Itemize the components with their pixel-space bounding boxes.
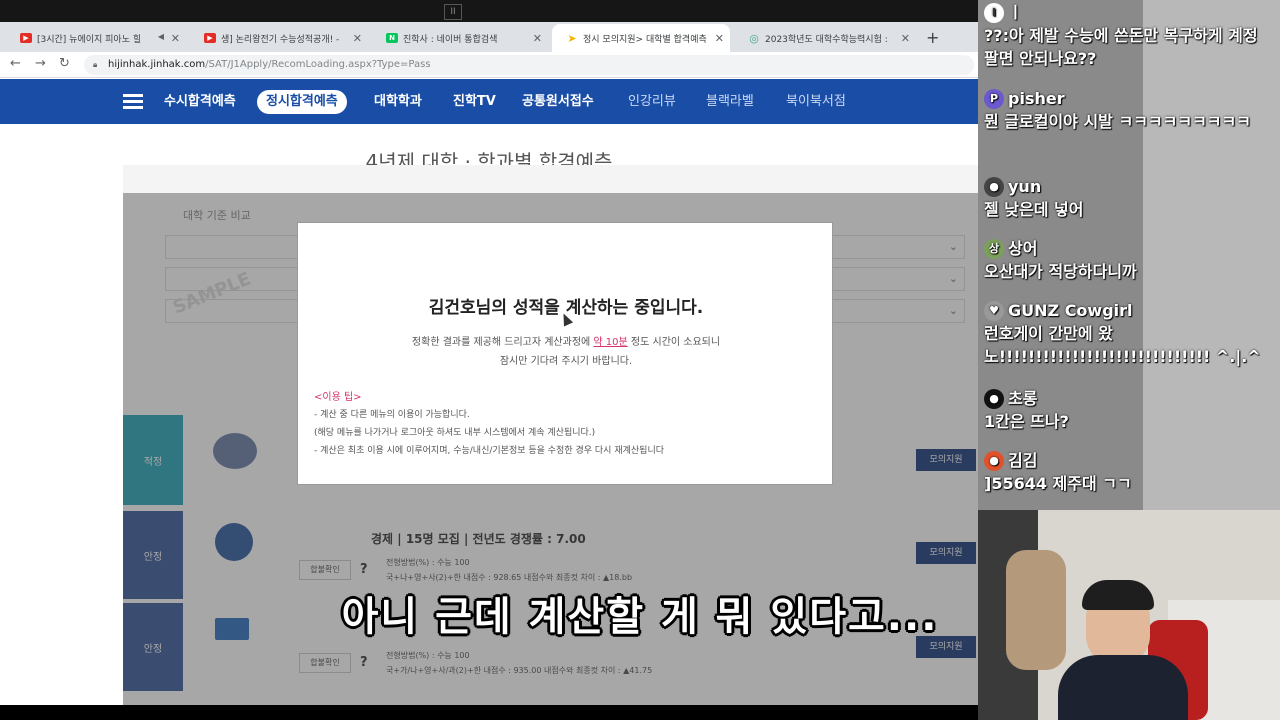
chat-text: ??:아 제발 수능에 쓴돈만 복구하게 계정팔면 안되나요?? xyxy=(984,26,1258,68)
chat-text: 런호게이 간만에 왔노!!!!!!!!!!!!!!!!!!!!!!!!!!!!!… xyxy=(984,324,1261,366)
tab-strip: II ▶ [3시간] 뉴에이지 피아노 힐 ✕ ◀ ▶ 생] 논리왕전기 수능성적공개! … xyxy=(0,0,978,52)
tab-title: 생] 논리왕전기 수능성적공개! - xyxy=(221,34,340,45)
tab-title: 2023학년도 대학수학능력시험 : xyxy=(765,34,888,45)
chat-username: ㅣ xyxy=(1008,3,1023,22)
back-arrow-icon[interactable]: ← xyxy=(10,56,21,71)
chat-message: I ㅣ ??:아 제발 수능에 쓴돈만 복구하게 계정팔면 안되나요?? xyxy=(984,2,1280,70)
avatar-icon: ● xyxy=(984,177,1004,197)
site-navbar: 수시합격예측 정시합격예측 대학학과 진학TV 공통원서접수 인강리뷰 블랙라벨 북이북서점 xyxy=(0,79,978,124)
tip-title: <이용 팁> xyxy=(314,392,362,403)
chat-text: 1칸은 뜨나? xyxy=(984,412,1069,431)
tab[interactable]: ➤ 정시 모의지원> 대학별 합격예측 ✕ xyxy=(552,24,730,52)
modal-desc-line2: 잠시만 기다려 주시기 바랍니다. xyxy=(499,356,633,367)
tab-title: 정시 모의지원> 대학별 합격예측 xyxy=(583,34,707,45)
chat-username: 김김 xyxy=(1008,451,1038,470)
chat-user: Iㅣ xyxy=(984,2,1280,24)
chat-message: 상 상어오산대가 적당하다니까 xyxy=(984,238,1280,283)
nav-item[interactable]: 북이북서점 xyxy=(786,79,846,124)
nav-item[interactable]: 정시합격예측 xyxy=(257,90,347,114)
stream-frame: II ▶ [3시간] 뉴에이지 피아노 힐 ✕ ◀ ▶ 생] 논리왕전기 수능성적공개! … xyxy=(0,0,1280,720)
chat-user: Ppisher xyxy=(984,88,1280,110)
lock-icon: 🔒︎ xyxy=(93,60,98,69)
tab[interactable]: N 진학사 : 네이버 통합검색 ✕ xyxy=(372,24,548,52)
speaker-icon[interactable]: ◀ xyxy=(158,32,164,41)
close-tab-icon[interactable]: ✕ xyxy=(533,32,542,45)
tab[interactable]: ▶ 생] 논리왕전기 수능성적공개! - ✕ xyxy=(190,24,368,52)
chat-overlay: I ㅣ ??:아 제발 수능에 쓴돈만 복구하게 계정팔면 안되나요?? Ppishe… xyxy=(978,0,1280,510)
youtube-icon: ▶ xyxy=(204,33,216,43)
bottom-bar xyxy=(0,705,978,720)
nav-item[interactable]: 진학TV xyxy=(453,79,496,124)
url-path: /SAT/J1Apply/RecomLoading.aspx?Type=Pass xyxy=(205,59,431,70)
chat-message: ♥ GUNZ Cowgirl 런호게이 간만에 왔노!!!!!!!!!!!!!!!!… xyxy=(984,300,1280,368)
close-tab-icon[interactable]: ✕ xyxy=(901,32,910,45)
chat-username: 상어 xyxy=(1008,239,1038,258)
avatar-icon: P xyxy=(984,89,1004,109)
loading-modal: 김건호님의 성적을 계산하는 중입니다. 정확한 결과를 제공해 드리고자 계산… xyxy=(297,222,833,485)
tip-item: - 계산 중 다른 메뉴의 이용이 가능합니다. xyxy=(314,410,470,420)
chat-text: 젤 낮은데 넣어 xyxy=(984,200,1084,219)
chat-user: ● 김김 xyxy=(984,450,1280,472)
chat-username: 초롱 xyxy=(1008,389,1038,408)
youtube-icon: ▶ xyxy=(20,33,32,43)
globe-icon: ◎ xyxy=(749,31,759,45)
chat-user: ● 초롱 xyxy=(984,388,1280,410)
avatar-icon: I xyxy=(984,3,1004,23)
new-tab-button[interactable]: + xyxy=(926,28,939,47)
chat-user: 상 상어 xyxy=(984,238,1280,260)
nav-item[interactable]: 공통원서접수 xyxy=(522,79,594,124)
nav-item[interactable]: 대학학과 xyxy=(374,79,422,124)
nav-item[interactable]: 인강리뷰 xyxy=(628,79,676,124)
chat-message: Ppisher 뭔 글로컬이야 시발 ㅋㅋㅋㅋㅋㅋㅋㅋㅋ xyxy=(984,88,1280,133)
browser-toolbar: ← → ↻ 🔒︎ hijinhak.jinhak.com/SAT/J1Apply… xyxy=(0,52,978,78)
tab[interactable]: ◎ 2023학년도 대학수학능력시험 : ✕ xyxy=(734,24,916,52)
chat-username: yun xyxy=(1008,177,1042,196)
desc-text: 정도 시간이 소요되니 xyxy=(627,337,721,348)
naver-icon: N xyxy=(386,33,398,43)
close-tab-icon[interactable]: ✕ xyxy=(171,32,180,45)
url-host: hijinhak.jinhak.com xyxy=(108,59,206,70)
webcam-body xyxy=(1058,655,1188,720)
chat-message: ● 김김 ]55644 제주대 ㄱㄱ xyxy=(984,450,1280,495)
nav-item[interactable]: 블랙라벨 xyxy=(706,79,754,124)
avatar-icon: 상 xyxy=(984,239,1004,259)
video-subtitle: 아니 근데 계산할 게 뭐 있다고... xyxy=(341,594,939,640)
tab-title: 진학사 : 네이버 통합검색 xyxy=(403,34,498,45)
tab-title: [3시간] 뉴에이지 피아노 힐 xyxy=(37,34,142,45)
hamburger-menu-icon[interactable] xyxy=(123,94,143,110)
avatar-icon: ● xyxy=(984,389,1004,409)
chat-text: ]55644 제주대 ㄱㄱ xyxy=(984,474,1132,493)
chat-message: ● yun 젤 낮은데 넣어 xyxy=(984,176,1280,221)
chat-user: ♥ GUNZ Cowgirl xyxy=(984,300,1280,322)
desc-text: 정확한 결과를 제공해 드리고자 계산과정에 xyxy=(411,337,594,348)
close-tab-icon[interactable]: ✕ xyxy=(715,32,724,45)
pause-icon[interactable]: II xyxy=(444,4,462,20)
chat-username: pisher xyxy=(1008,89,1065,108)
chat-text: 뭔 글로컬이야 시발 ㅋㅋㅋㅋㅋㅋㅋㅋㅋ xyxy=(984,112,1251,131)
avatar-icon: ♥ xyxy=(984,301,1004,321)
close-tab-icon[interactable]: ✕ xyxy=(353,32,362,45)
jinhak-icon: ➤ xyxy=(567,31,577,45)
tab[interactable]: ▶ [3시간] 뉴에이지 피아노 힐 ✕ ◀ xyxy=(6,24,186,52)
reload-icon[interactable]: ↻ xyxy=(59,56,70,71)
window-top-bar: II xyxy=(0,0,978,22)
address-bar[interactable]: 🔒︎ hijinhak.jinhak.com/SAT/J1Apply/Recom… xyxy=(84,55,974,75)
forward-arrow-icon[interactable]: → xyxy=(35,56,46,71)
tip-item: - 계산은 최초 이용 시에 이루어지며, 수능/내신/기본정보 등을 수정한 … xyxy=(314,446,665,456)
modal-desc-line1: 정확한 결과를 제공해 드리고자 계산과정에 약 10분 정도 시간이 소요되니 xyxy=(298,333,834,348)
time-highlight: 약 10분 xyxy=(593,337,628,348)
nav-item[interactable]: 수시합격예측 xyxy=(164,79,236,124)
chat-message: ● 초롱 1칸은 뜨나? xyxy=(984,388,1280,433)
chat-user: ● yun xyxy=(984,176,1280,198)
chat-text: 오산대가 적당하다니까 xyxy=(984,262,1137,281)
tip-item: (해당 메뉴를 나가거나 로그아웃 하셔도 내부 시스템에서 계속 계산됩니다.… xyxy=(314,428,596,438)
chat-username: GUNZ Cowgirl xyxy=(1008,301,1133,320)
avatar-icon: ● xyxy=(984,451,1004,471)
